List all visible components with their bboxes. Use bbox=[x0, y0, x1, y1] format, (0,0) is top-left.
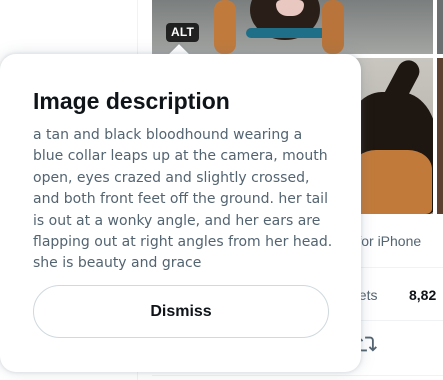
dialog-title: Image description bbox=[33, 88, 230, 114]
alt-badge[interactable]: ALT bbox=[166, 23, 200, 42]
tweet-photo-4[interactable] bbox=[437, 58, 443, 214]
dog-leg bbox=[322, 0, 344, 54]
dog-chest bbox=[352, 150, 432, 214]
row-divider bbox=[152, 375, 443, 376]
dog-collar bbox=[246, 28, 330, 38]
retweets-count[interactable]: 8,82 bbox=[409, 287, 436, 303]
image-description-text: a tan and black bloodhound wearing a blu… bbox=[33, 127, 333, 272]
image-description-dialog: Image description a tan and black bloodh… bbox=[0, 54, 361, 372]
dog-leg bbox=[214, 0, 236, 54]
dismiss-button[interactable]: Dismiss bbox=[33, 285, 329, 338]
tweet-photo-2[interactable] bbox=[437, 0, 443, 54]
